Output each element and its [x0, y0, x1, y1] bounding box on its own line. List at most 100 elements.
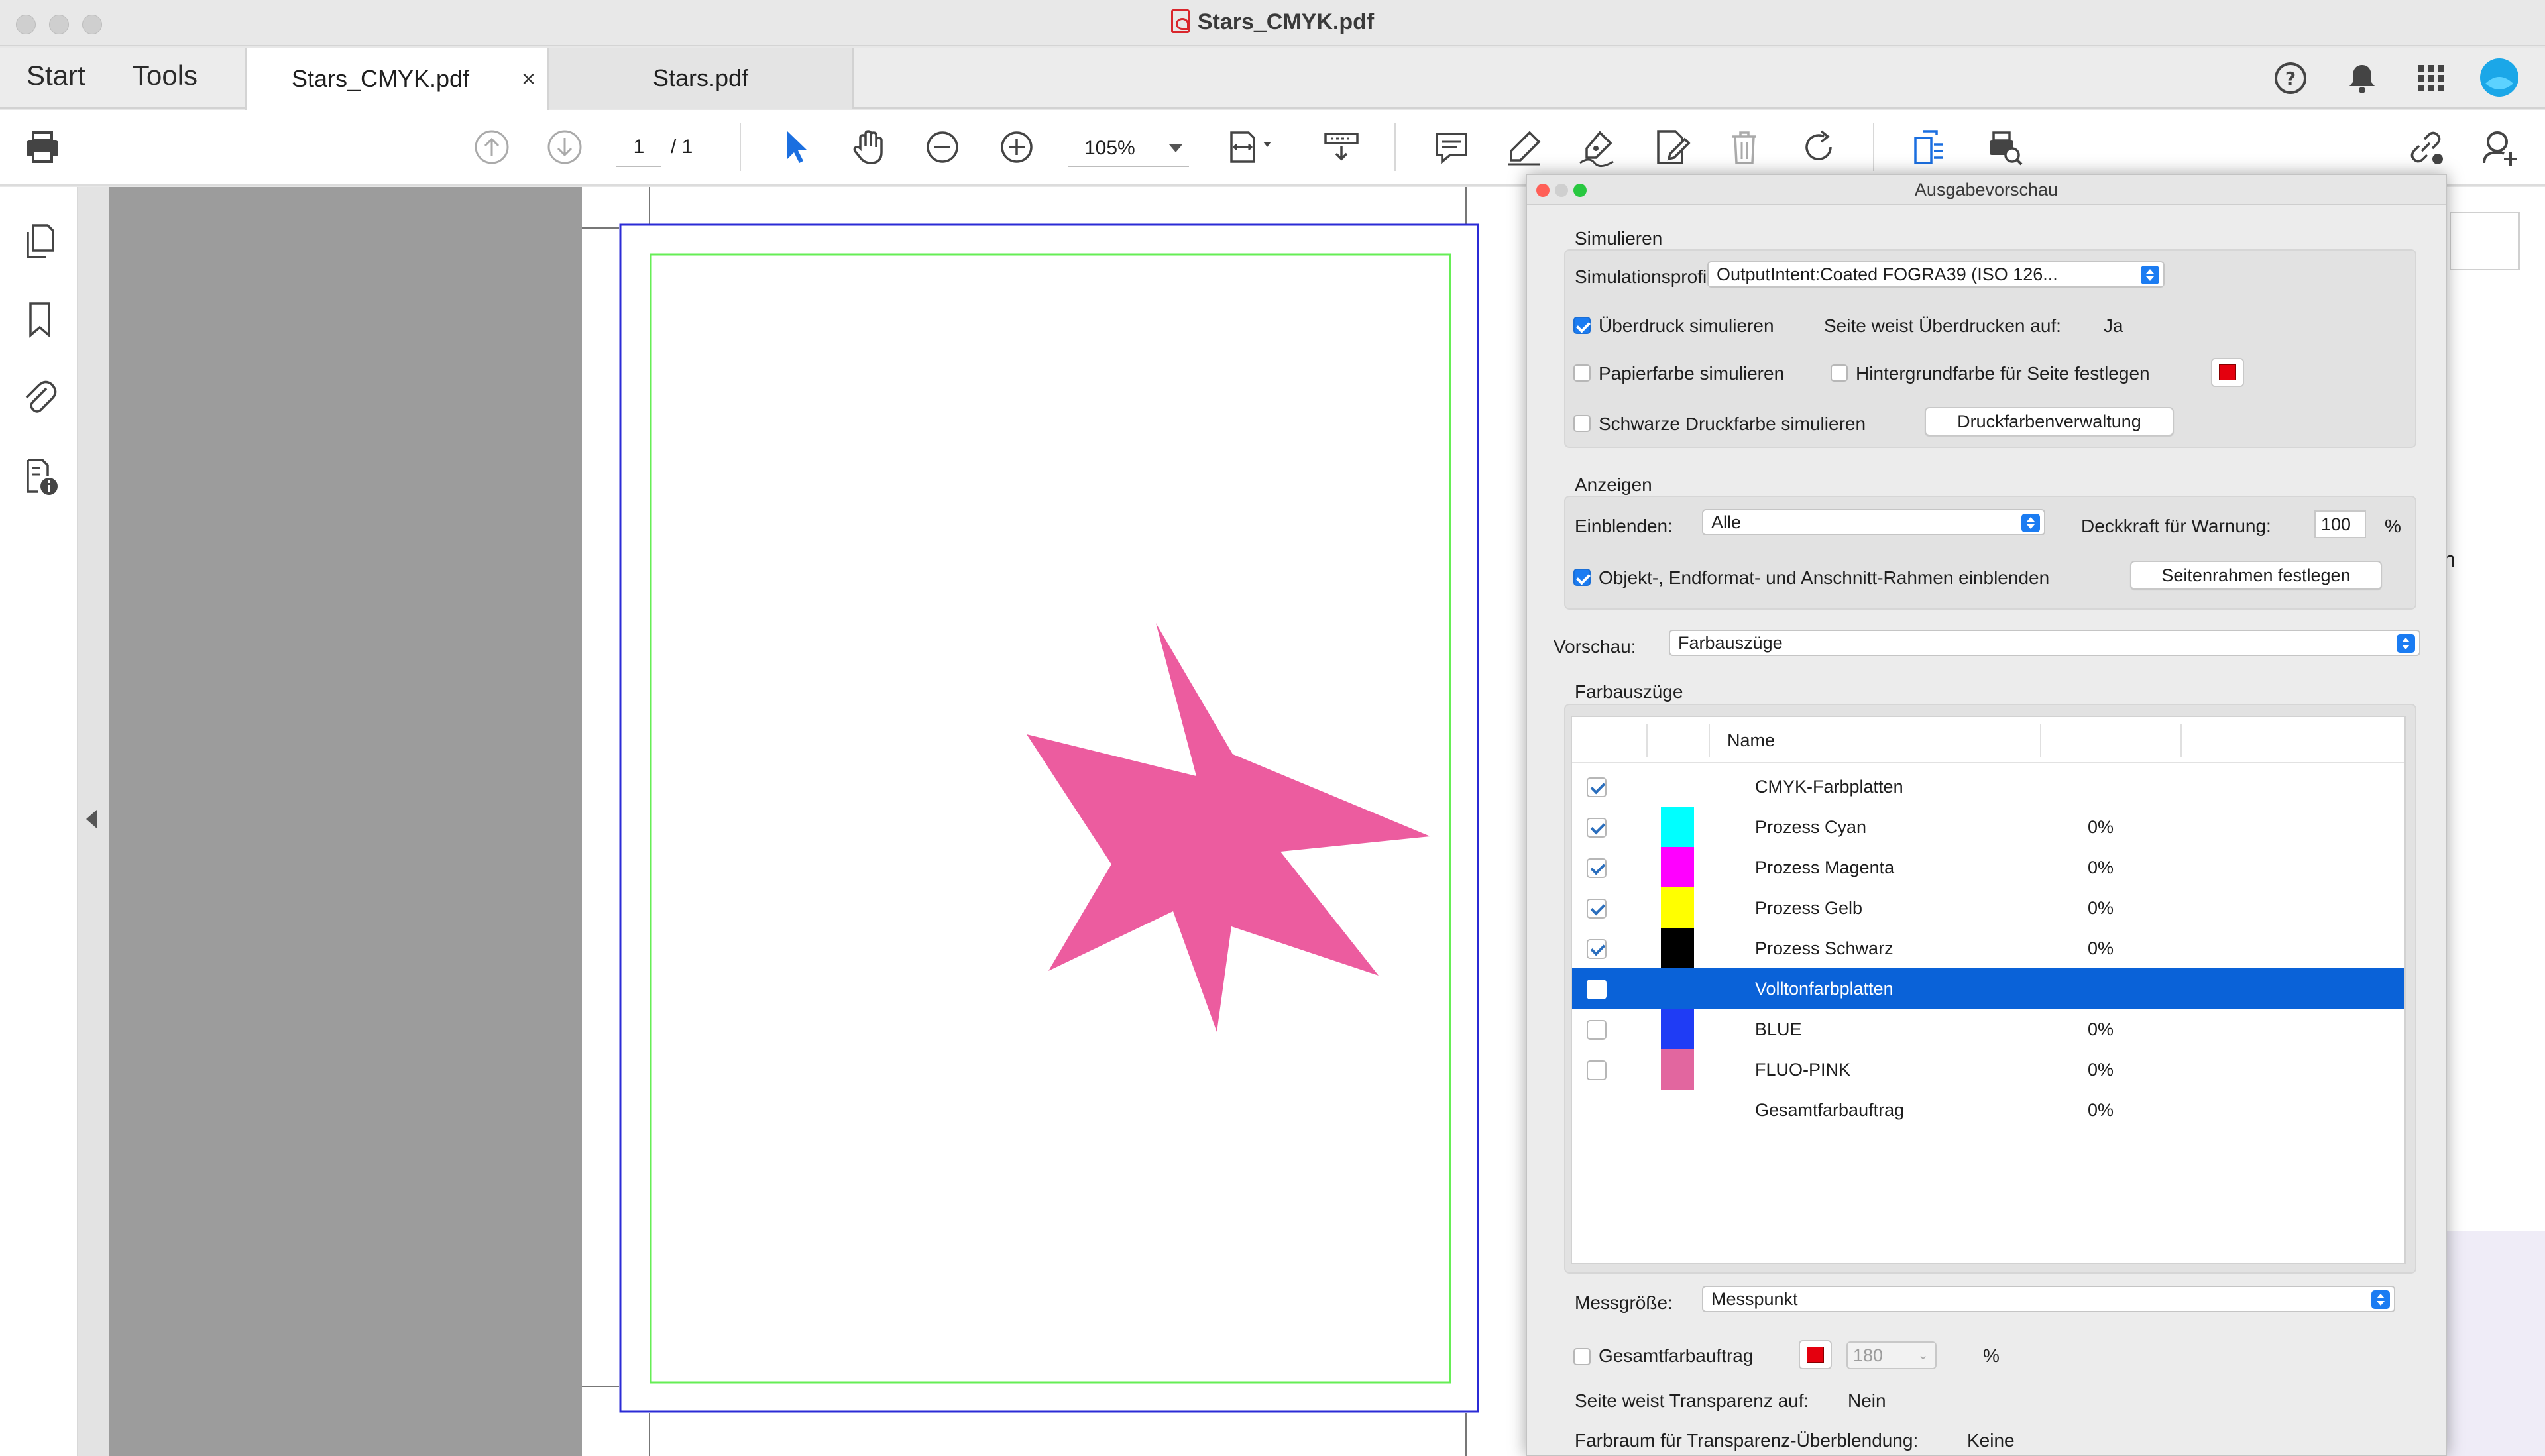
show-boxes-checkbox[interactable]: [1573, 569, 1591, 586]
window-titlebar: Stars_CMYK.pdf: [0, 0, 2545, 46]
toolbar-divider: [1394, 123, 1396, 171]
total-ink-unit: %: [1983, 1345, 2000, 1366]
separation-row[interactable]: Gesamtfarbauftrag 0%: [1572, 1090, 2404, 1130]
preview-select[interactable]: Farbauszüge: [1669, 630, 2420, 656]
simulation-profile-select[interactable]: OutputIntent:Coated FOGRA39 (ISO 126...: [1707, 261, 2165, 288]
simulate-overprint-label: Überdruck simulieren: [1599, 315, 1774, 336]
nav-start[interactable]: Start: [27, 60, 85, 91]
warning-opacity-label: Deckkraft für Warnung:: [2081, 516, 2271, 536]
set-page-boxes-button[interactable]: Seitenrahmen festlegen: [2130, 561, 2382, 590]
output-preview-panel: Ausgabevorschau Simulieren Simulationspr…: [1526, 174, 2447, 1456]
page-number-input[interactable]: 1: [616, 127, 661, 167]
separation-row[interactable]: Prozess Gelb 0%: [1572, 887, 2404, 928]
page-thumbnails-icon[interactable]: [20, 221, 60, 261]
separation-coverage: 0%: [2088, 817, 2114, 837]
tab-stars[interactable]: Stars.pdf: [549, 48, 854, 109]
zoom-level-select[interactable]: 105%: [1068, 130, 1189, 167]
separation-name: Gesamtfarbauftrag: [1755, 1100, 1905, 1120]
total-ink-input[interactable]: 180 ⌄: [1846, 1341, 1937, 1369]
separation-visibility-checkbox[interactable]: [1587, 777, 1607, 797]
simulate-black-ink-label: Schwarze Druckfarbe simulieren: [1599, 414, 1866, 434]
help-icon[interactable]: ?: [2272, 60, 2309, 97]
separation-visibility-checkbox[interactable]: [1587, 818, 1607, 838]
comment-icon[interactable]: [1430, 126, 1473, 168]
svg-text:?: ?: [2285, 68, 2296, 89]
simulieren-heading: Simulieren: [1575, 228, 1663, 249]
separation-coverage: 0%: [2088, 938, 2114, 958]
previous-page-icon[interactable]: [471, 126, 513, 168]
separation-row[interactable]: BLUE 0%: [1572, 1009, 2404, 1049]
show-label: Einblenden:: [1575, 516, 1673, 536]
sample-size-select[interactable]: Messpunkt: [1702, 1286, 2395, 1312]
separation-visibility-checkbox[interactable]: [1587, 1060, 1607, 1080]
separation-coverage: 0%: [2088, 1019, 2114, 1039]
tab-close-icon[interactable]: ×: [522, 65, 536, 93]
separation-name: Prozess Gelb: [1755, 898, 1863, 918]
nav-tools[interactable]: Tools: [133, 60, 198, 91]
simulate-paper-checkbox[interactable]: [1573, 364, 1591, 382]
separation-visibility-checkbox[interactable]: [1587, 1020, 1607, 1040]
draw-signature-icon[interactable]: [1576, 126, 1618, 168]
ink-manager-button[interactable]: Druckfarbenverwaltung: [1925, 407, 2174, 436]
separation-visibility-checkbox[interactable]: [1587, 858, 1607, 878]
zoom-in-icon[interactable]: [995, 126, 1038, 168]
highlight-pen-icon[interactable]: [1503, 126, 1546, 168]
print-production-icon[interactable]: [1983, 126, 2025, 168]
show-boxes-label: Objekt-, Endformat- und Anschnitt-Rahmen…: [1599, 567, 2050, 588]
document-properties-icon[interactable]: [20, 457, 60, 497]
print-icon[interactable]: [21, 126, 64, 168]
column-divider: [1709, 724, 1710, 757]
chevron-updown-icon: [2371, 1290, 2390, 1309]
separation-row[interactable]: Volltonfarbplatten: [1572, 968, 2404, 1009]
background-color-swatch[interactable]: [2211, 358, 2244, 387]
simulate-paper-label: Papierfarbe simulieren: [1599, 363, 1785, 384]
page-background-checkbox[interactable]: [1831, 364, 1848, 382]
simulate-overprint-checkbox[interactable]: [1573, 317, 1591, 334]
next-page-icon[interactable]: [543, 126, 586, 168]
separation-visibility-checkbox[interactable]: [1587, 980, 1607, 999]
separation-row[interactable]: Prozess Schwarz 0%: [1572, 928, 2404, 968]
total-ink-color-swatch[interactable]: [1799, 1340, 1832, 1369]
select-pointer-icon[interactable]: [774, 126, 817, 168]
rotate-icon[interactable]: [1797, 126, 1840, 168]
add-user-icon[interactable]: [2479, 126, 2521, 168]
right-pane-field: [2450, 212, 2520, 270]
red-swatch: [2219, 364, 2236, 380]
separation-color-swatch: [1661, 807, 1694, 847]
apps-grid-icon[interactable]: [2412, 60, 2450, 97]
chevron-updown-icon: [2141, 266, 2159, 284]
hand-tool-icon[interactable]: [848, 126, 891, 168]
notifications-bell-icon[interactable]: [2344, 60, 2381, 97]
separation-visibility-checkbox[interactable]: [1587, 899, 1607, 919]
attachment-paperclip-icon[interactable]: [20, 376, 60, 416]
bookmark-icon[interactable]: [20, 300, 60, 339]
pink-star-shape: [1027, 623, 1430, 1032]
separation-name: CMYK-Farbplatten: [1755, 777, 1903, 797]
warning-opacity-unit: %: [2385, 516, 2401, 536]
zoom-out-icon[interactable]: [921, 126, 964, 168]
separation-row[interactable]: Prozess Cyan 0%: [1572, 807, 2404, 847]
separation-visibility-checkbox[interactable]: [1587, 939, 1607, 959]
warning-opacity-input[interactable]: 100: [2314, 510, 2366, 538]
scroll-mode-icon[interactable]: [1320, 126, 1363, 168]
separation-row[interactable]: Prozess Magenta 0%: [1572, 847, 2404, 887]
simulate-black-ink-checkbox[interactable]: [1573, 415, 1591, 432]
show-select[interactable]: Alle: [1702, 509, 2045, 535]
tab-stars-cmyk[interactable]: Stars_CMYK.pdf ×: [245, 48, 549, 110]
separation-row[interactable]: CMYK-Farbplatten: [1572, 766, 2404, 807]
preview-select-value: Farbauszüge: [1678, 633, 1783, 653]
toolbar-divider: [1873, 123, 1874, 171]
collapse-sidebar-arrow-icon[interactable]: [86, 810, 97, 828]
output-preview-icon[interactable]: [1907, 126, 1950, 168]
blend-space-label: Farbraum für Transparenz-Überblendung:: [1575, 1430, 1919, 1451]
red-swatch: [1807, 1347, 1824, 1363]
separation-color-swatch: [1661, 1009, 1694, 1049]
separation-row[interactable]: FLUO-PINK 0%: [1572, 1049, 2404, 1090]
total-ink-checkbox[interactable]: [1573, 1348, 1591, 1365]
fit-page-icon[interactable]: [1225, 126, 1284, 168]
share-link-icon[interactable]: [2404, 126, 2447, 168]
transparency-value: Nein: [1848, 1390, 1886, 1411]
delete-trash-icon[interactable]: [1723, 126, 1766, 168]
edit-text-icon[interactable]: [1649, 126, 1691, 168]
user-avatar[interactable]: [2479, 57, 2520, 98]
